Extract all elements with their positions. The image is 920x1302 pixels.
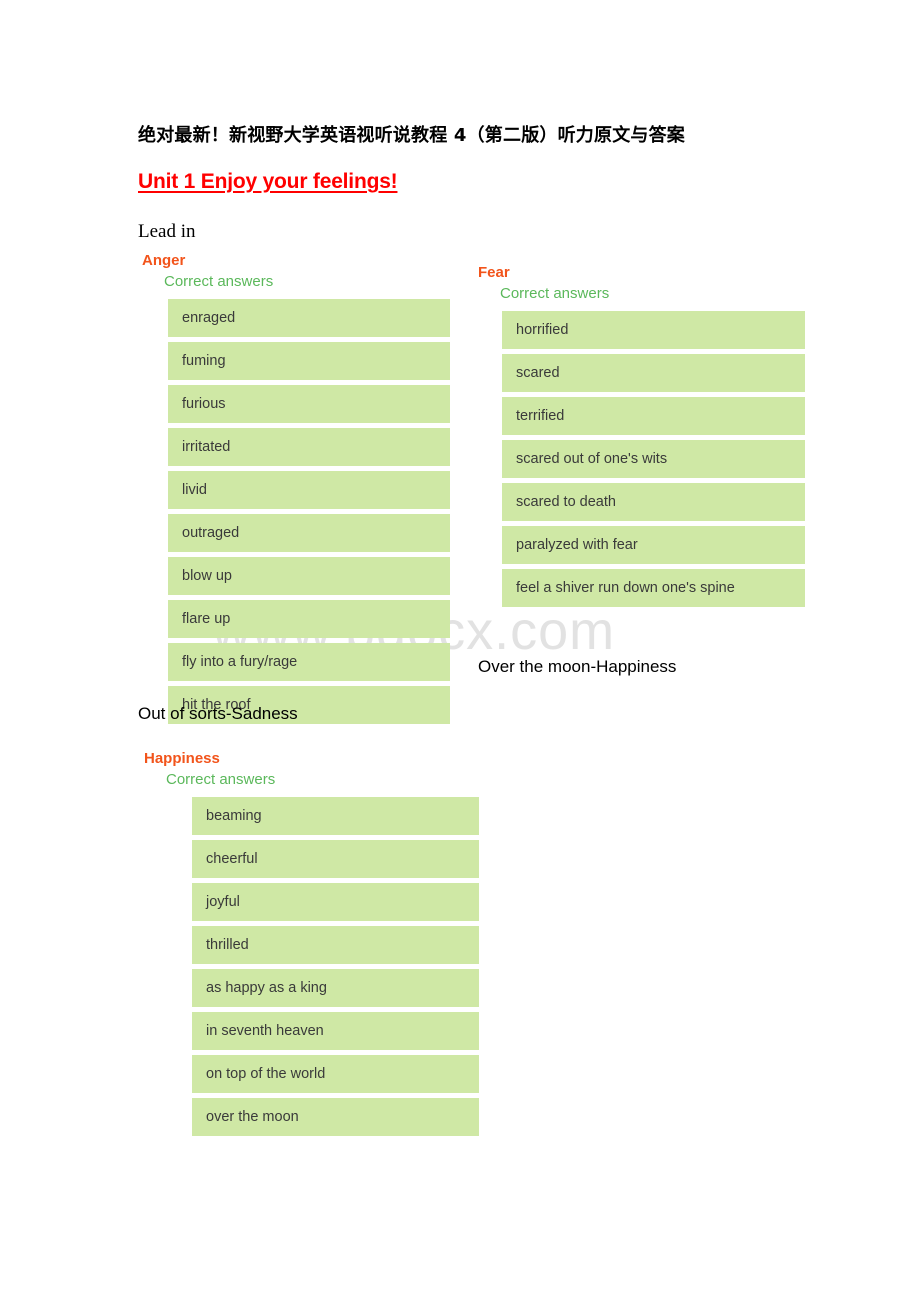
answers-panel-anger: Anger Correct answers enraged fuming fur… [142,252,450,729]
answer-item: over the moon [192,1098,479,1136]
answer-item: fuming [168,342,450,380]
answer-item: furious [168,385,450,423]
document-title: 绝对最新！新视野大学英语视听说教程 4（第二版）听力原文与答案 [138,125,685,146]
answer-item: on top of the world [192,1055,479,1093]
answer-list-happiness: beaming cheerful joyful thrilled as happ… [192,797,479,1136]
answer-item: paralyzed with fear [502,526,805,564]
note-out-of-sorts: Out of sorts-Sadness [138,704,298,723]
panel-title-happiness: Happiness [144,750,220,767]
note-over-the-moon: Over the moon-Happiness [478,657,677,676]
panel-subtitle-anger: Correct answers [164,273,274,290]
unit-heading: Unit 1 Enjoy your feelings! [138,170,398,193]
panel-subtitle-happiness: Correct answers [166,771,276,788]
answer-item: feel a shiver run down one's spine [502,569,805,607]
lead-in-label: Lead in [138,221,196,242]
answer-item: scared out of one's wits [502,440,805,478]
answer-item: horrified [502,311,805,349]
answers-panel-happiness: Happiness Correct answers beaming cheerf… [144,750,479,1141]
answer-item: blow up [168,557,450,595]
answer-item: outraged [168,514,450,552]
answer-item: scared to death [502,483,805,521]
answer-item: enraged [168,299,450,337]
answer-item: beaming [192,797,479,835]
panel-title-anger: Anger [142,252,186,269]
answer-item: flare up [168,600,450,638]
answer-item: cheerful [192,840,479,878]
answer-item: thrilled [192,926,479,964]
answer-list-anger: enraged fuming furious irritated livid o… [168,299,450,724]
answer-item: scared [502,354,805,392]
answer-item: as happy as a king [192,969,479,1007]
answers-panel-fear: Fear Correct answers horrified scared te… [478,264,805,612]
answer-item: fly into a fury/rage [168,643,450,681]
panel-title-fear: Fear [478,264,510,281]
answer-item: irritated [168,428,450,466]
answer-item: joyful [192,883,479,921]
document-page: www.bdocx.com 绝对最新！新视野大学英语视听说教程 4（第二版）听力… [0,0,920,1302]
panel-subtitle-fear: Correct answers [500,285,610,302]
answer-list-fear: horrified scared terrified scared out of… [502,311,805,607]
answer-item: livid [168,471,450,509]
answer-item: in seventh heaven [192,1012,479,1050]
answer-item: terrified [502,397,805,435]
